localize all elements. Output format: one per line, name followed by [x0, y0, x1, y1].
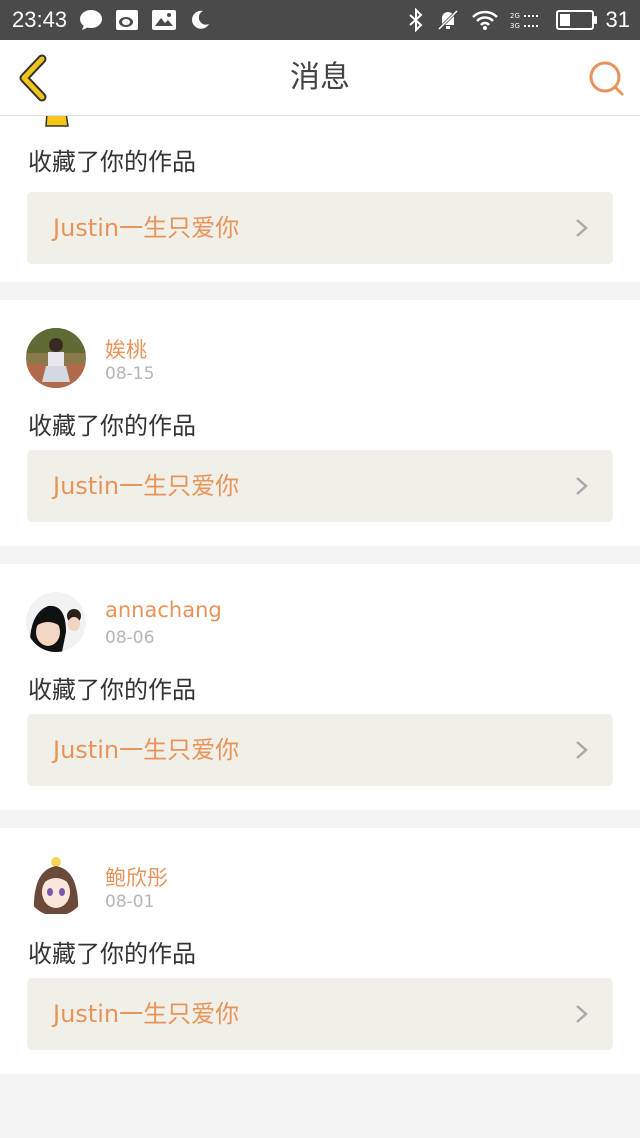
- night-mode-icon: [189, 9, 211, 31]
- work-link[interactable]: Justin一生只爱你: [27, 978, 613, 1050]
- work-link[interactable]: Justin一生只爱你: [27, 450, 613, 522]
- bluetooth-icon: [408, 8, 424, 32]
- weibo-notification-icon: [115, 9, 139, 31]
- username[interactable]: 娭桃: [105, 334, 147, 364]
- message-card: 娭桃 08-15 收藏了你的作品 Justin一生只爱你: [0, 300, 640, 546]
- gallery-notification-icon: [151, 9, 177, 31]
- signal-icon: 2G 3G: [510, 9, 544, 31]
- svg-text:3G: 3G: [510, 22, 520, 30]
- chevron-right-icon: [576, 477, 588, 495]
- header-bar: 消息: [0, 40, 640, 116]
- anime-girl-avatar-icon: [26, 856, 86, 916]
- work-link[interactable]: Justin一生只爱你: [27, 714, 613, 786]
- chevron-right-icon: [576, 219, 588, 237]
- search-icon: [589, 61, 624, 96]
- wifi-icon: [471, 9, 498, 31]
- work-link[interactable]: Justin一生只爱你: [27, 192, 613, 264]
- status-time: 23:43: [12, 7, 68, 32]
- photo-girl-avatar-icon: [26, 328, 86, 388]
- battery-percent: 31: [605, 7, 630, 32]
- work-title: Justin一生只爱你: [53, 472, 240, 500]
- mute-icon: [436, 8, 460, 32]
- message-action: 收藏了你的作品: [28, 148, 196, 176]
- work-title: Justin一生只爱你: [53, 1000, 240, 1028]
- svg-text:2G: 2G: [510, 12, 520, 20]
- search-button[interactable]: [586, 58, 626, 98]
- page-title: 消息: [290, 60, 350, 95]
- message-list[interactable]: djaoed 08-15 收藏了你的作品 Justin一生只爱你 娭桃 08-1…: [0, 68, 640, 1092]
- avatar[interactable]: [26, 592, 86, 652]
- chat-notification-icon: [79, 9, 103, 31]
- message-action: 收藏了你的作品: [28, 940, 196, 968]
- username[interactable]: annachang: [105, 598, 222, 622]
- avatar[interactable]: [26, 328, 86, 388]
- message-date: 08-01: [105, 892, 155, 912]
- username[interactable]: 鲍欣彤: [105, 862, 168, 892]
- back-button[interactable]: [14, 54, 54, 102]
- message-action: 收藏了你的作品: [28, 412, 196, 440]
- back-arrow-icon: [19, 54, 47, 102]
- work-title: Justin一生只爱你: [53, 736, 240, 764]
- avatar[interactable]: [26, 856, 86, 916]
- photo-selfie-avatar-icon: [26, 592, 86, 652]
- message-date: 08-06: [105, 628, 155, 648]
- message-action: 收藏了你的作品: [28, 676, 196, 704]
- battery-icon: [555, 10, 597, 30]
- message-card: annachang 08-06 收藏了你的作品 Justin一生只爱你: [0, 564, 640, 810]
- chevron-right-icon: [576, 1005, 588, 1023]
- work-title: Justin一生只爱你: [53, 214, 240, 242]
- status-bar: 23:43 2G 3G 31: [0, 0, 640, 40]
- message-date: 08-15: [105, 364, 155, 384]
- message-card: 鲍欣彤 08-01 收藏了你的作品 Justin一生只爱你: [0, 828, 640, 1074]
- chevron-right-icon: [576, 741, 588, 759]
